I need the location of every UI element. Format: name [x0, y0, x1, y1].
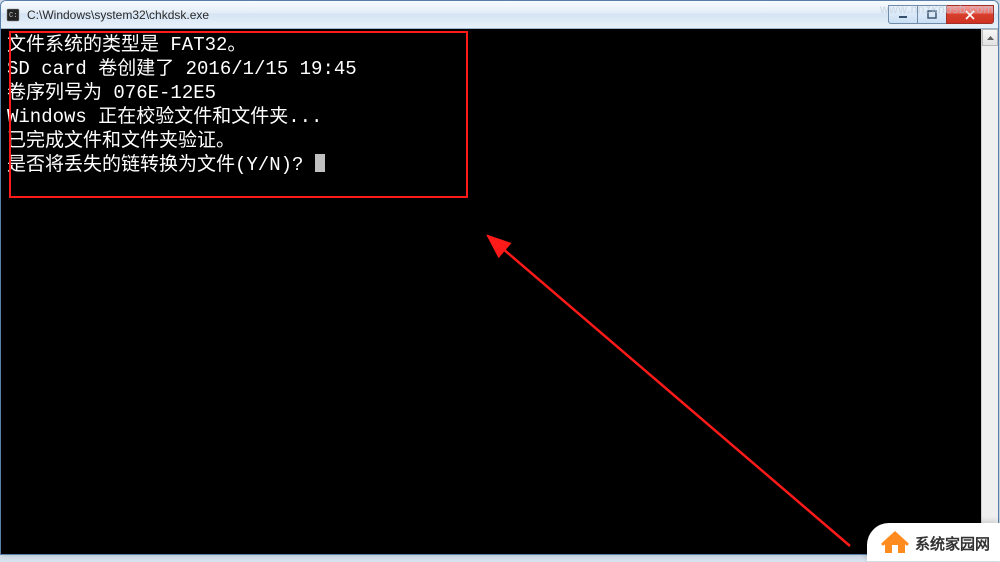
terminal-line: 文件系统的类型是 FAT32。 — [7, 34, 246, 56]
vertical-scrollbar[interactable] — [981, 29, 998, 554]
watermark-url: www.hnzkhbsb.com — [880, 2, 994, 16]
scroll-up-button[interactable] — [982, 29, 998, 46]
app-icon: C: — [5, 7, 21, 23]
terminal-line: Windows 正在校验文件和文件夹... — [7, 106, 322, 128]
terminal-line: 卷序列号为 076E-12E5 — [7, 82, 216, 104]
scroll-track[interactable] — [982, 46, 998, 537]
watermark-badge: 系统家园网 — [867, 523, 1000, 561]
terminal-line: 已完成文件和文件夹验证。 — [7, 130, 235, 152]
house-icon — [881, 529, 909, 557]
window-title: C:\Windows\system32\chkdsk.exe — [27, 8, 889, 22]
svg-text:C:: C: — [9, 12, 17, 20]
cursor-icon — [315, 154, 325, 172]
terminal-line: SD card 卷创建了 2016/1/15 19:45 — [7, 58, 357, 80]
client-area: 文件系统的类型是 FAT32。 SD card 卷创建了 2016/1/15 1… — [1, 29, 998, 554]
terminal-line: 是否将丢失的链转换为文件(Y/N)? — [7, 154, 315, 176]
console-window: C: C:\Windows\system32\chkdsk.exe 文件系统的类… — [0, 0, 999, 555]
watermark-text: 系统家园网 — [915, 533, 990, 554]
terminal-output[interactable]: 文件系统的类型是 FAT32。 SD card 卷创建了 2016/1/15 1… — [1, 29, 981, 554]
titlebar[interactable]: C: C:\Windows\system32\chkdsk.exe — [1, 1, 998, 29]
